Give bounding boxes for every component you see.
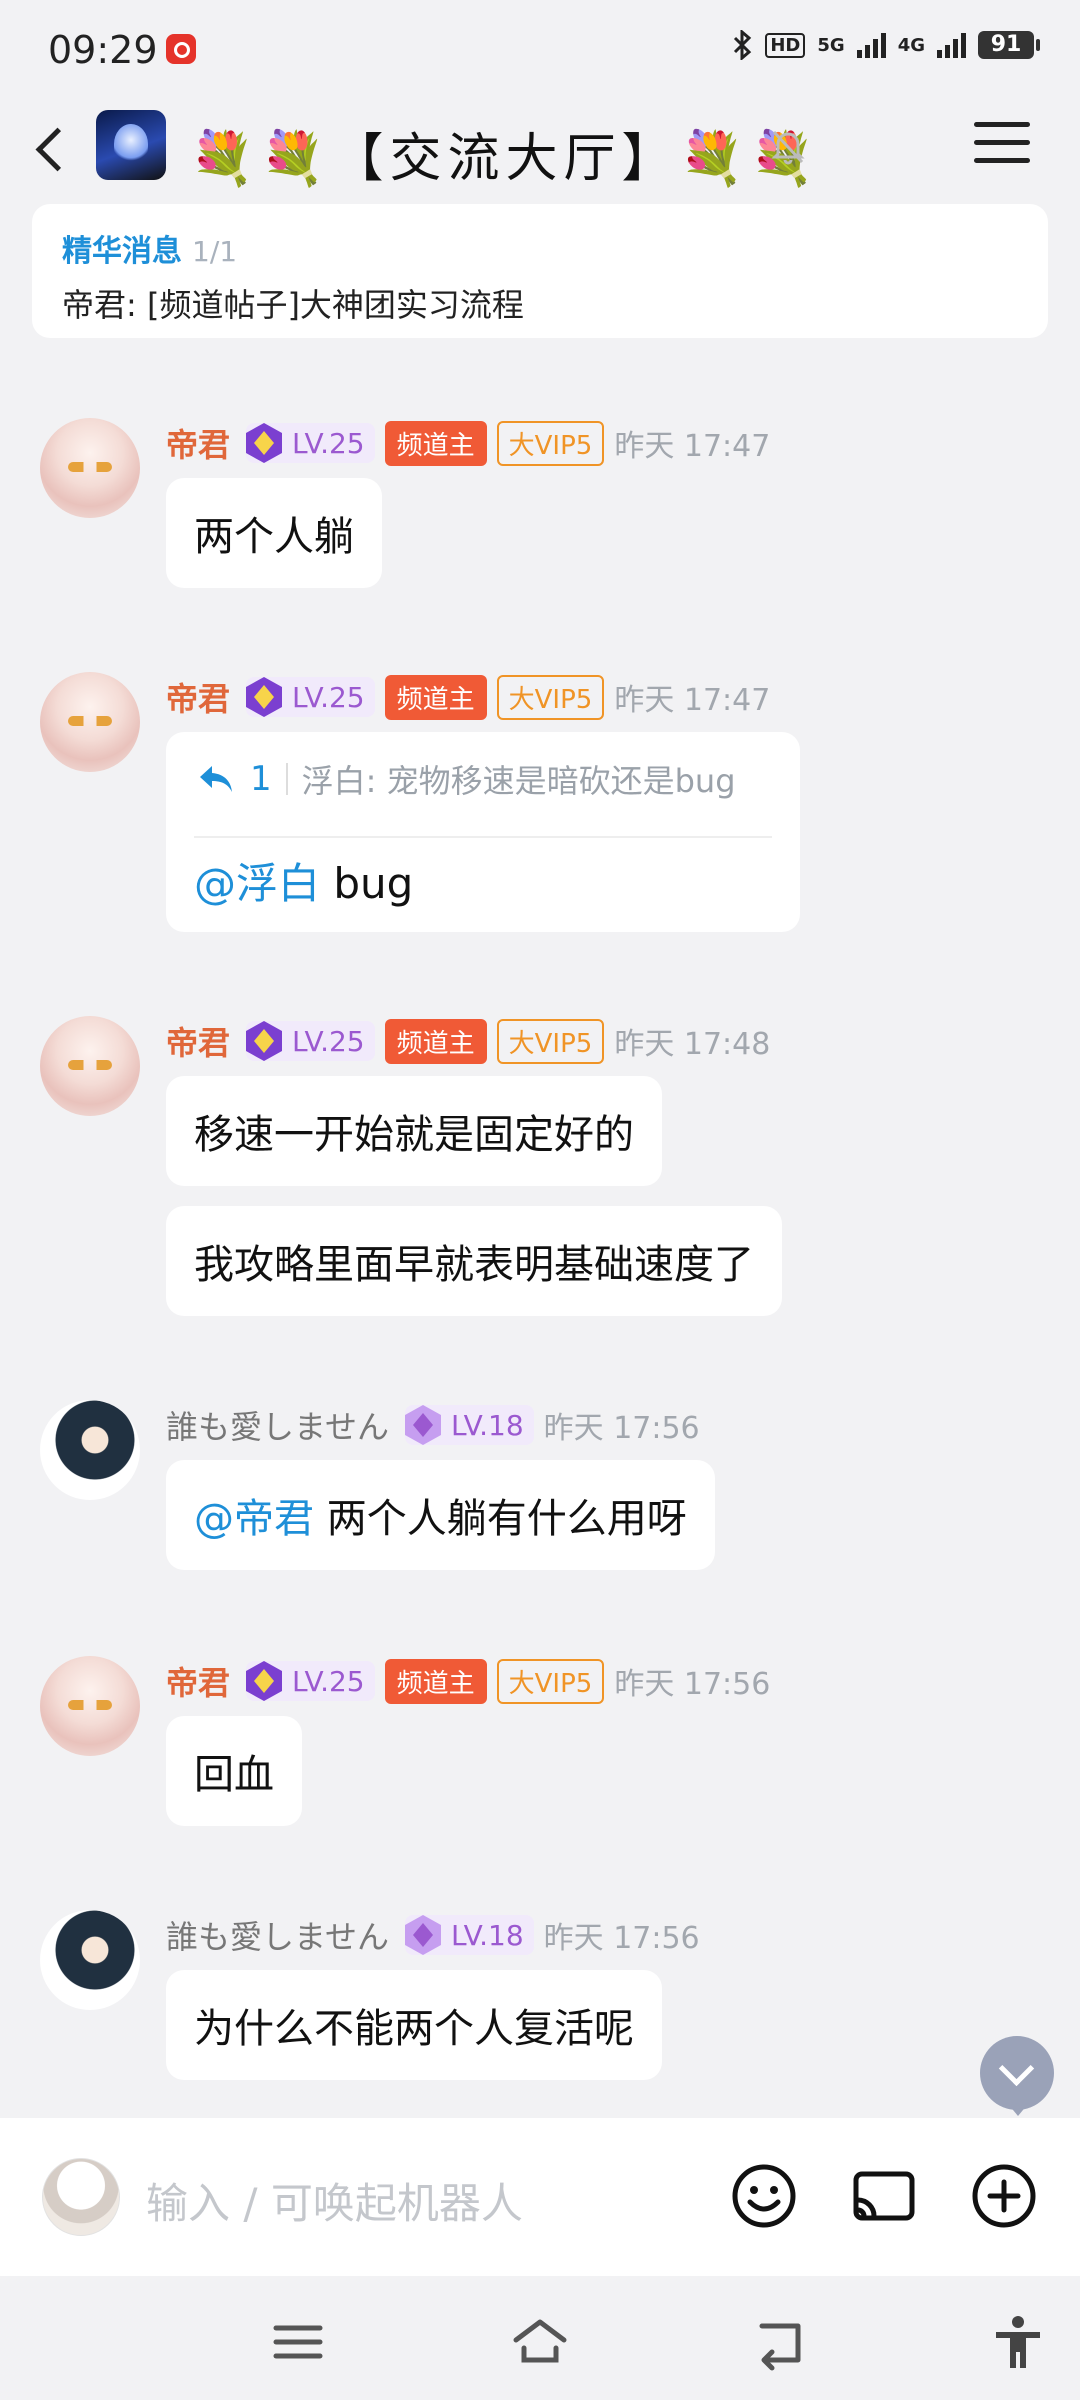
host-badge: 频道主	[384, 674, 487, 720]
message-meta: 帝君 LV.25 频道主 大VIP5 昨天 17:47	[166, 420, 770, 466]
message-time: 昨天 17:47	[614, 429, 771, 464]
username[interactable]: 帝君	[166, 1658, 230, 1704]
message-time: 昨天 17:48	[614, 1027, 771, 1062]
pinned-text: 帝君: [频道帖子]大神团实习流程	[62, 286, 524, 324]
channel-avatar[interactable]	[96, 110, 166, 180]
message-meta: 帝君 LV.25 频道主 大VIP5 昨天 17:48	[166, 1018, 770, 1064]
level-gem-icon	[246, 677, 283, 717]
level-badge: LV.18	[405, 1915, 534, 1955]
system-nav-bar	[0, 2276, 1080, 2400]
username[interactable]: 誰も愛しません	[166, 1402, 389, 1448]
emoji-icon[interactable]	[728, 2160, 800, 2232]
reply-message-bubble[interactable]: 1 浮白: 宠物移速是暗砍还是bug @浮白 bug	[166, 732, 800, 932]
message-bubble[interactable]: 移速一开始就是固定好的	[166, 1076, 662, 1186]
level-gem-icon	[405, 1915, 442, 1955]
level-badge: LV.25	[246, 423, 375, 463]
add-icon[interactable]	[968, 2160, 1040, 2232]
host-badge: 频道主	[384, 420, 487, 466]
level-badge: LV.25	[246, 1661, 375, 1701]
net-5g-label: 5G	[817, 34, 845, 56]
vip-badge: 大VIP5	[496, 1658, 605, 1704]
my-avatar[interactable]	[42, 2158, 120, 2236]
level-gem-icon	[246, 423, 283, 463]
host-badge: 频道主	[384, 1018, 487, 1064]
vip-badge: 大VIP5	[496, 1018, 605, 1064]
message-time: 昨天 17:47	[614, 683, 771, 718]
scroll-down-tail	[1008, 2104, 1028, 2116]
hd-icon: HD	[765, 32, 806, 58]
level-gem-icon	[246, 1021, 283, 1061]
vip-badge: 大VIP5	[496, 674, 605, 720]
message-bubble[interactable]: 回血	[166, 1716, 302, 1826]
channel-title: 💐💐【交流大厅】💐💐	[190, 129, 821, 189]
message-meta: 帝君 LV.25 频道主 大VIP5 昨天 17:47	[166, 674, 770, 720]
level-badge: LV.25	[246, 677, 375, 717]
signal-4g-icon	[937, 32, 966, 58]
back-button[interactable]	[28, 120, 78, 180]
accessibility-icon[interactable]	[988, 2312, 1048, 2372]
message-time: 昨天 17:56	[543, 1411, 700, 1446]
mention[interactable]: @帝君	[194, 1496, 314, 1542]
message-text: bug	[320, 859, 414, 908]
divider	[194, 836, 772, 838]
level-gem-icon	[405, 1405, 442, 1445]
scroll-down-button[interactable]	[980, 2036, 1054, 2110]
menu-button[interactable]	[974, 122, 1030, 170]
avatar[interactable]	[40, 418, 140, 518]
chat-header: 💐💐【交流大厅】💐💐	[0, 100, 1080, 200]
screen-cast-icon[interactable]	[848, 2160, 920, 2232]
battery-icon: 91	[978, 31, 1040, 59]
message-meta: 誰も愛しません LV.18 昨天 17:56	[166, 1912, 700, 1958]
reply-quote-text: 浮白: 宠物移速是暗砍还是bug	[301, 762, 736, 800]
back-nav-icon[interactable]	[752, 2312, 812, 2372]
host-badge: 频道主	[384, 1658, 487, 1704]
message-text: 两个人躺有什么用呀	[314, 1496, 687, 1542]
message-time: 昨天 17:56	[614, 1667, 771, 1702]
reply-count: 1	[250, 759, 272, 799]
reply-quote[interactable]: 1 浮白: 宠物移速是暗砍还是bug	[196, 756, 736, 802]
message-input[interactable]: 输入 / 可唤起机器人	[146, 2170, 523, 2231]
message-bubble[interactable]: @帝君 两个人躺有什么用呀	[166, 1460, 715, 1570]
username[interactable]: 帝君	[166, 1018, 230, 1064]
username[interactable]: 誰も愛しません	[166, 1912, 389, 1958]
vip-badge: 大VIP5	[496, 420, 605, 466]
level-gem-icon	[246, 1661, 283, 1701]
reply-arrow-icon	[200, 766, 232, 792]
avatar[interactable]	[40, 1910, 140, 2010]
status-indicators: HD 5G 4G 91	[731, 30, 1040, 60]
status-time: 09:29	[48, 28, 158, 72]
net-4g-label: 4G	[897, 34, 925, 56]
pinned-count: 1/1	[192, 235, 238, 268]
status-bar: 09:29 HD 5G 4G 91	[0, 0, 1080, 100]
mention[interactable]: @浮白	[194, 859, 320, 908]
message-bubble[interactable]: 两个人躺	[166, 478, 382, 588]
message-time: 昨天 17:56	[543, 1921, 700, 1956]
level-badge: LV.18	[405, 1405, 534, 1445]
avatar[interactable]	[40, 1400, 140, 1500]
menu-nav-icon[interactable]	[268, 2312, 328, 2372]
level-badge: LV.25	[246, 1021, 375, 1061]
message-bubble[interactable]: 为什么不能两个人复活呢	[166, 1970, 662, 2080]
home-nav-icon[interactable]	[510, 2312, 570, 2372]
pinned-label: 精华消息	[62, 234, 182, 269]
input-bar: 输入 / 可唤起机器人	[0, 2118, 1080, 2276]
pinned-message[interactable]: 精华消息 1/1 帝君: [频道帖子]大神团实习流程	[32, 204, 1048, 338]
signal-5g-icon	[856, 32, 886, 58]
bluetooth-icon	[734, 30, 752, 60]
username[interactable]: 帝君	[166, 674, 230, 720]
username[interactable]: 帝君	[166, 420, 230, 466]
mute-bell-icon	[771, 130, 805, 165]
message-bubble[interactable]: 我攻略里面早就表明基础速度了	[166, 1206, 782, 1316]
reply-body: @浮白 bug	[194, 850, 413, 911]
avatar[interactable]	[40, 1656, 140, 1756]
reply-separator	[285, 763, 288, 795]
avatar[interactable]	[40, 672, 140, 772]
avatar[interactable]	[40, 1016, 140, 1116]
netease-music-icon	[166, 34, 196, 64]
message-meta: 帝君 LV.25 频道主 大VIP5 昨天 17:56	[166, 1658, 770, 1704]
message-meta: 誰も愛しません LV.18 昨天 17:56	[166, 1402, 700, 1448]
